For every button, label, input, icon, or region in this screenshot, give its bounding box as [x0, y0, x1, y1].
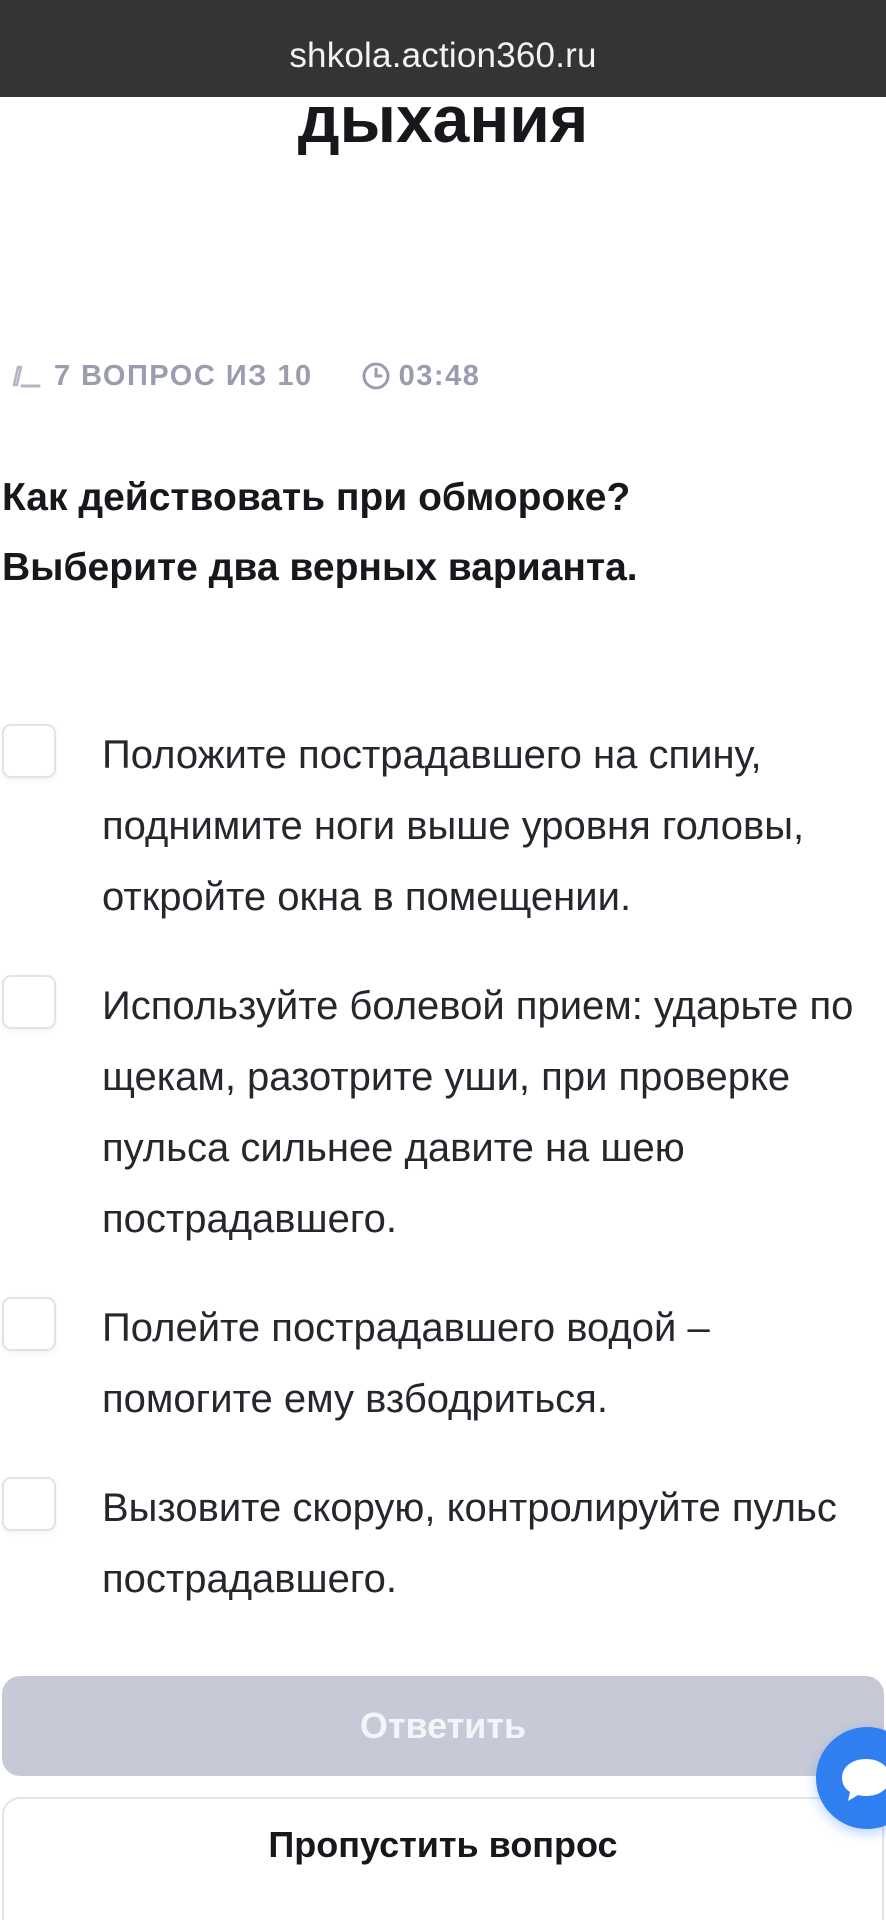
chat-bubble-icon	[842, 1759, 886, 1801]
answer-option[interactable]: Используйте болевой прием: ударьте по ще…	[0, 971, 886, 1255]
option-checkbox[interactable]	[2, 1477, 56, 1531]
clock-icon	[361, 361, 391, 391]
option-checkbox[interactable]	[2, 724, 56, 778]
question-text: Как действовать при обмороке? Выберите д…	[2, 476, 638, 589]
browser-url-bar[interactable]: shkola.action360.ru	[0, 0, 886, 97]
quiz-meta: 7 ВОПРОС ИЗ 10 03:48	[8, 356, 480, 396]
skip-question-button[interactable]: Пропустить вопрос	[2, 1797, 884, 1920]
answer-option[interactable]: Положите пострадавшего на спину, подними…	[0, 720, 886, 933]
answer-options: Положите пострадавшего на спину, подними…	[0, 720, 886, 1653]
option-label[interactable]: Вызовите скорую, контролируйте пульс пос…	[102, 1486, 837, 1601]
answer-option[interactable]: Полейте пострадавшего водой – помогите е…	[0, 1293, 886, 1435]
answer-option[interactable]: Вызовите скорую, контролируйте пульс пос…	[0, 1473, 886, 1615]
option-checkbox[interactable]	[2, 975, 56, 1029]
option-label[interactable]: Используйте болевой прием: ударьте по ще…	[102, 984, 853, 1241]
url-text[interactable]: shkola.action360.ru	[0, 36, 886, 76]
question-progress: 7 ВОПРОС ИЗ 10	[54, 359, 313, 392]
option-checkbox[interactable]	[2, 1297, 56, 1351]
answer-button[interactable]: Ответить	[2, 1676, 884, 1776]
option-label[interactable]: Положите пострадавшего на спину, подними…	[102, 733, 804, 919]
option-label[interactable]: Полейте пострадавшего водой – помогите е…	[102, 1306, 710, 1421]
pencil-icon	[8, 359, 42, 393]
timer: 03:48	[398, 359, 481, 392]
